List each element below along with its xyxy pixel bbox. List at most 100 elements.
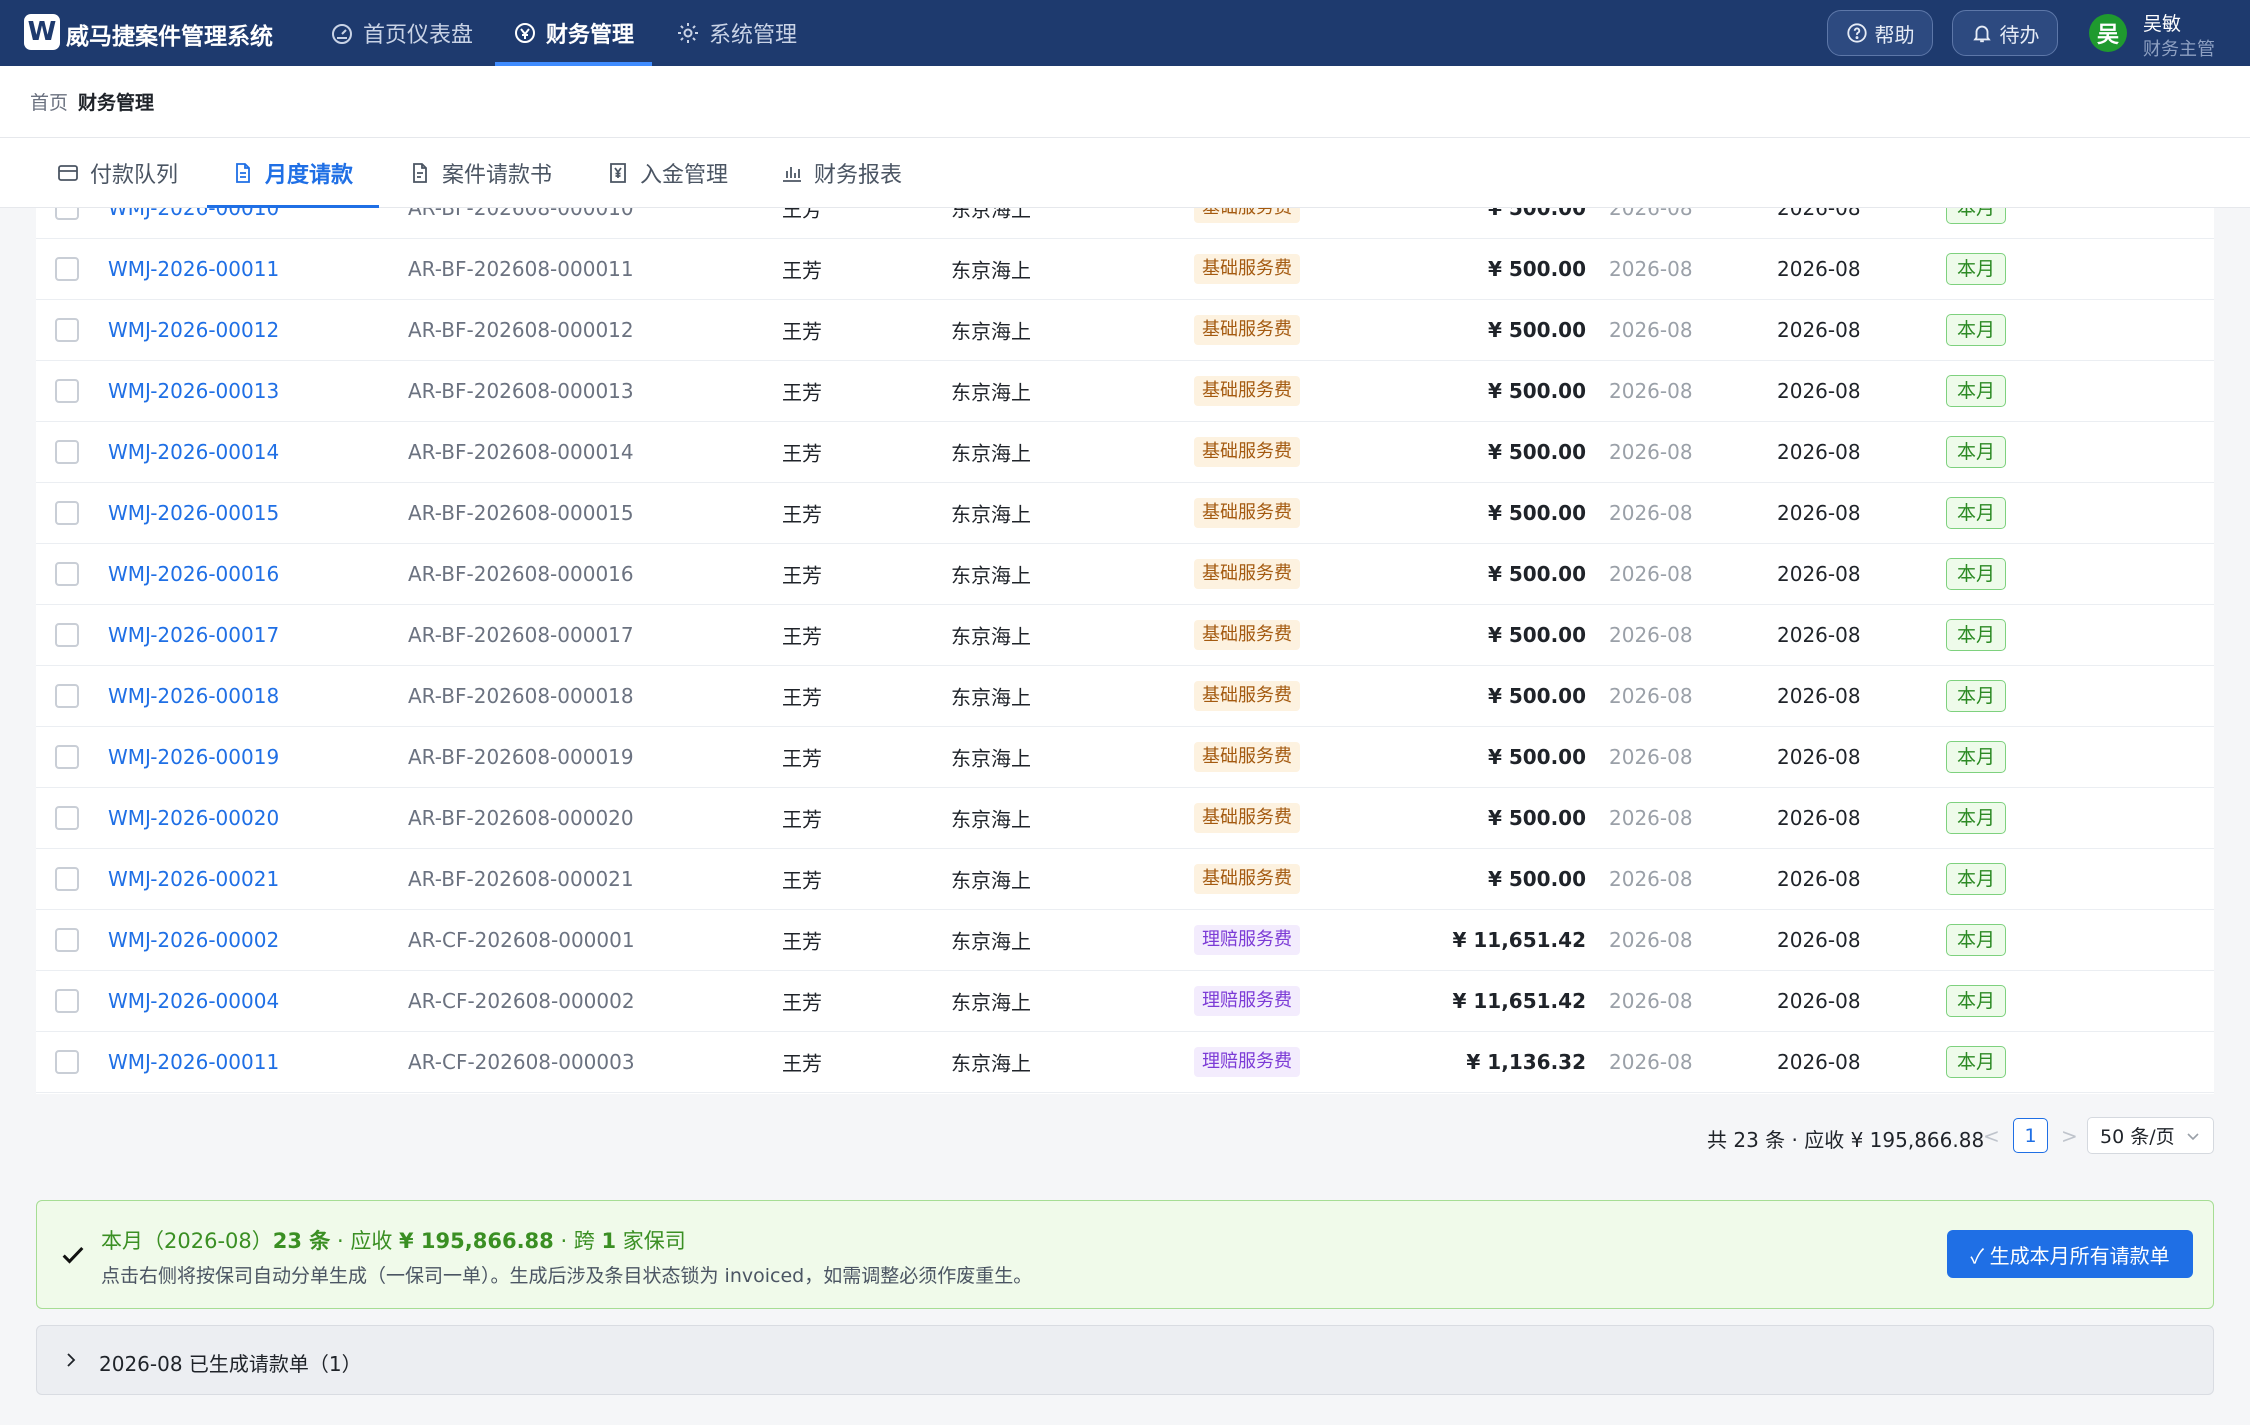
bar-chart-icon [783, 167, 801, 182]
row-checkbox[interactable] [55, 806, 79, 830]
help-button[interactable]: 帮助 [1827, 10, 1933, 56]
row-checkbox[interactable] [55, 440, 79, 464]
case-id-link[interactable]: WMJ-2026-00013 [108, 379, 279, 403]
table-row[interactable]: WMJ-2026-00011 AR-BF-202608-000011 王芳 东京海上 基… [36, 239, 2214, 300]
table-row[interactable]: WMJ-2026-00011 AR-CF-202608-000003 王芳 东京海上 理… [36, 1032, 2214, 1093]
case-id-link[interactable]: WMJ-2026-00020 [108, 806, 279, 830]
ar-number: AR-BF-202608-000013 [408, 379, 634, 403]
gear-icon [678, 23, 698, 43]
client-name: 东京海上 [951, 1051, 1031, 1076]
tab-monthly-billing[interactable]: 月度请款 [206, 138, 380, 208]
nav-item-finance[interactable]: 财务管理 [494, 0, 653, 66]
table-row[interactable]: WMJ-2026-00019 AR-BF-202608-000019 王芳 东京海上 基… [36, 727, 2214, 788]
status-badge: 本月 [1946, 619, 2007, 651]
prev-page-button[interactable]: < [1983, 1124, 2000, 1148]
case-id-link[interactable]: WMJ-2026-00019 [108, 745, 279, 769]
client-name: 东京海上 [951, 441, 1031, 466]
service-month: 2026-08 [1609, 208, 1693, 220]
case-id-link[interactable]: WMJ-2026-00004 [108, 989, 279, 1013]
avatar[interactable]: 吴 [2089, 14, 2127, 52]
case-id-link[interactable]: WMJ-2026-00021 [108, 867, 279, 891]
case-id-link[interactable]: WMJ-2026-00015 [108, 501, 279, 525]
handler-name: 王芳 [782, 208, 822, 222]
billing-table[interactable]: WMJ-2026-00010AR-BF-202608-000010王芳东京海上基… [36, 208, 2214, 1094]
table-row[interactable]: WMJ-2026-00020 AR-BF-202608-000020 王芳 东京海上 基… [36, 788, 2214, 849]
table-row[interactable]: WMJ-2026-00002 AR-CF-202608-000001 王芳 东京海上 理… [36, 910, 2214, 971]
billing-month: 2026-08 [1777, 501, 1861, 525]
row-checkbox[interactable] [55, 318, 79, 342]
nav-item-system[interactable]: 系统管理 [676, 0, 797, 66]
check-icon [62, 1246, 84, 1264]
amount: ¥ 500.00 [1487, 440, 1586, 464]
case-id-link[interactable]: WMJ-2026-00010 [108, 208, 279, 220]
case-id-link[interactable]: WMJ-2026-00012 [108, 318, 279, 342]
service-month: 2026-08 [1609, 684, 1693, 708]
table-row[interactable]: WMJ-2026-00018 AR-BF-202608-000018 王芳 东京海上 基… [36, 666, 2214, 727]
billing-month: 2026-08 [1777, 379, 1861, 403]
table-row[interactable]: WMJ-2026-00017 AR-BF-202608-000017 王芳 东京海上 基… [36, 605, 2214, 666]
handler-name: 王芳 [782, 990, 822, 1015]
case-id-link[interactable]: WMJ-2026-00017 [108, 623, 279, 647]
table-row[interactable]: WMJ-2026-00013 AR-BF-202608-000013 王芳 东京海上 基… [36, 361, 2214, 422]
breadcrumb-home[interactable]: 首页 [30, 88, 68, 115]
generated-invoices-panel[interactable]: 2026-08 已生成请款单（1） [36, 1325, 2214, 1395]
row-checkbox[interactable] [55, 867, 79, 891]
table-row[interactable]: WMJ-2026-00004 AR-CF-202608-000002 王芳 东京海上 理… [36, 971, 2214, 1032]
case-id-link[interactable]: WMJ-2026-00018 [108, 684, 279, 708]
monthly-summary-banner: 本月（2026-08）23 条 · 应收 ¥ 195,866.88 · 跨 1 … [36, 1200, 2214, 1309]
service-month: 2026-08 [1609, 867, 1693, 891]
app-title: 威马捷案件管理系统 [66, 24, 273, 50]
next-page-button[interactable]: > [2061, 1124, 2078, 1148]
tab-payment-queue[interactable]: 付款队列 [56, 138, 178, 208]
page-size-select[interactable]: 50 条/页 [2087, 1117, 2214, 1154]
fee-type-badge: 基础服务费 [1194, 559, 1300, 589]
generate-all-invoices-button[interactable]: ✓ 生成本月所有请款单 [1947, 1230, 2193, 1278]
fee-type-badge: 基础服务费 [1194, 376, 1300, 406]
row-checkbox[interactable] [55, 257, 79, 281]
case-id-link[interactable]: WMJ-2026-00011 [108, 1050, 279, 1074]
case-id-link[interactable]: WMJ-2026-00016 [108, 562, 279, 586]
tab-case-invoice[interactable]: 案件请款书 [408, 138, 552, 208]
yen-icon [610, 163, 626, 183]
summary-note: 点击右侧将按保司自动分单生成（一保司一单）。生成后涉及条目状态锁为 invoic… [101, 1265, 1033, 1287]
client-name: 东京海上 [951, 624, 1031, 649]
amount: ¥ 500.00 [1487, 562, 1586, 586]
table-row[interactable]: WMJ-2026-00014 AR-BF-202608-000014 王芳 东京海上 基… [36, 422, 2214, 483]
ar-number: AR-BF-202608-000015 [408, 501, 634, 525]
row-checkbox[interactable] [55, 562, 79, 586]
row-checkbox[interactable] [55, 989, 79, 1013]
page-1-button[interactable]: 1 [2013, 1118, 2048, 1153]
row-checkbox[interactable] [55, 501, 79, 525]
table-row[interactable]: WMJ-2026-00016 AR-BF-202608-000016 王芳 东京海上 基… [36, 544, 2214, 605]
chevron-right-icon[interactable] [61, 1350, 81, 1370]
case-id-link[interactable]: WMJ-2026-00014 [108, 440, 279, 464]
case-id-link[interactable]: WMJ-2026-00002 [108, 928, 279, 952]
row-checkbox[interactable] [55, 379, 79, 403]
tab-reports[interactable]: 财务报表 [780, 138, 902, 208]
todo-button[interactable]: 待办 [1952, 10, 2058, 56]
client-name: 东京海上 [951, 319, 1031, 344]
status-badge: 本月 [1946, 375, 2007, 407]
row-checkbox[interactable] [55, 1050, 79, 1074]
row-checkbox[interactable] [55, 623, 79, 647]
app-logo[interactable]: W [24, 14, 60, 50]
top-nav-bar: W 威马捷案件管理系统 首页仪表盘 财务管理 系统管理 帮助 待办 吴 吴敏 财… [0, 0, 2250, 66]
row-checkbox[interactable] [55, 684, 79, 708]
service-month: 2026-08 [1609, 562, 1693, 586]
tab-receipts[interactable]: 入金管理 [606, 138, 728, 208]
table-row[interactable]: WMJ-2026-00021 AR-BF-202608-000021 王芳 东京海上 基… [36, 849, 2214, 910]
row-checkbox[interactable] [55, 928, 79, 952]
amount: ¥ 11,651.42 [1452, 928, 1587, 952]
case-id-link[interactable]: WMJ-2026-00011 [108, 257, 279, 281]
table-row[interactable]: WMJ-2026-00012 AR-BF-202608-000012 王芳 东京海上 基… [36, 300, 2214, 361]
table-row[interactable]: WMJ-2026-00010 AR-BF-202608-000010 王芳 东京海上 基… [36, 208, 2214, 239]
service-month: 2026-08 [1609, 257, 1693, 281]
ar-number: AR-BF-202608-000012 [408, 318, 634, 342]
row-checkbox[interactable] [55, 208, 79, 220]
fee-type-badge: 基础服务费 [1194, 254, 1300, 284]
row-checkbox[interactable] [55, 745, 79, 769]
status-badge: 本月 [1946, 208, 2007, 224]
nav-item-dashboard[interactable]: 首页仪表盘 [330, 0, 473, 66]
fee-type-badge: 理赔服务费 [1194, 986, 1300, 1016]
table-row[interactable]: WMJ-2026-00015 AR-BF-202608-000015 王芳 东京海上 基… [36, 483, 2214, 544]
